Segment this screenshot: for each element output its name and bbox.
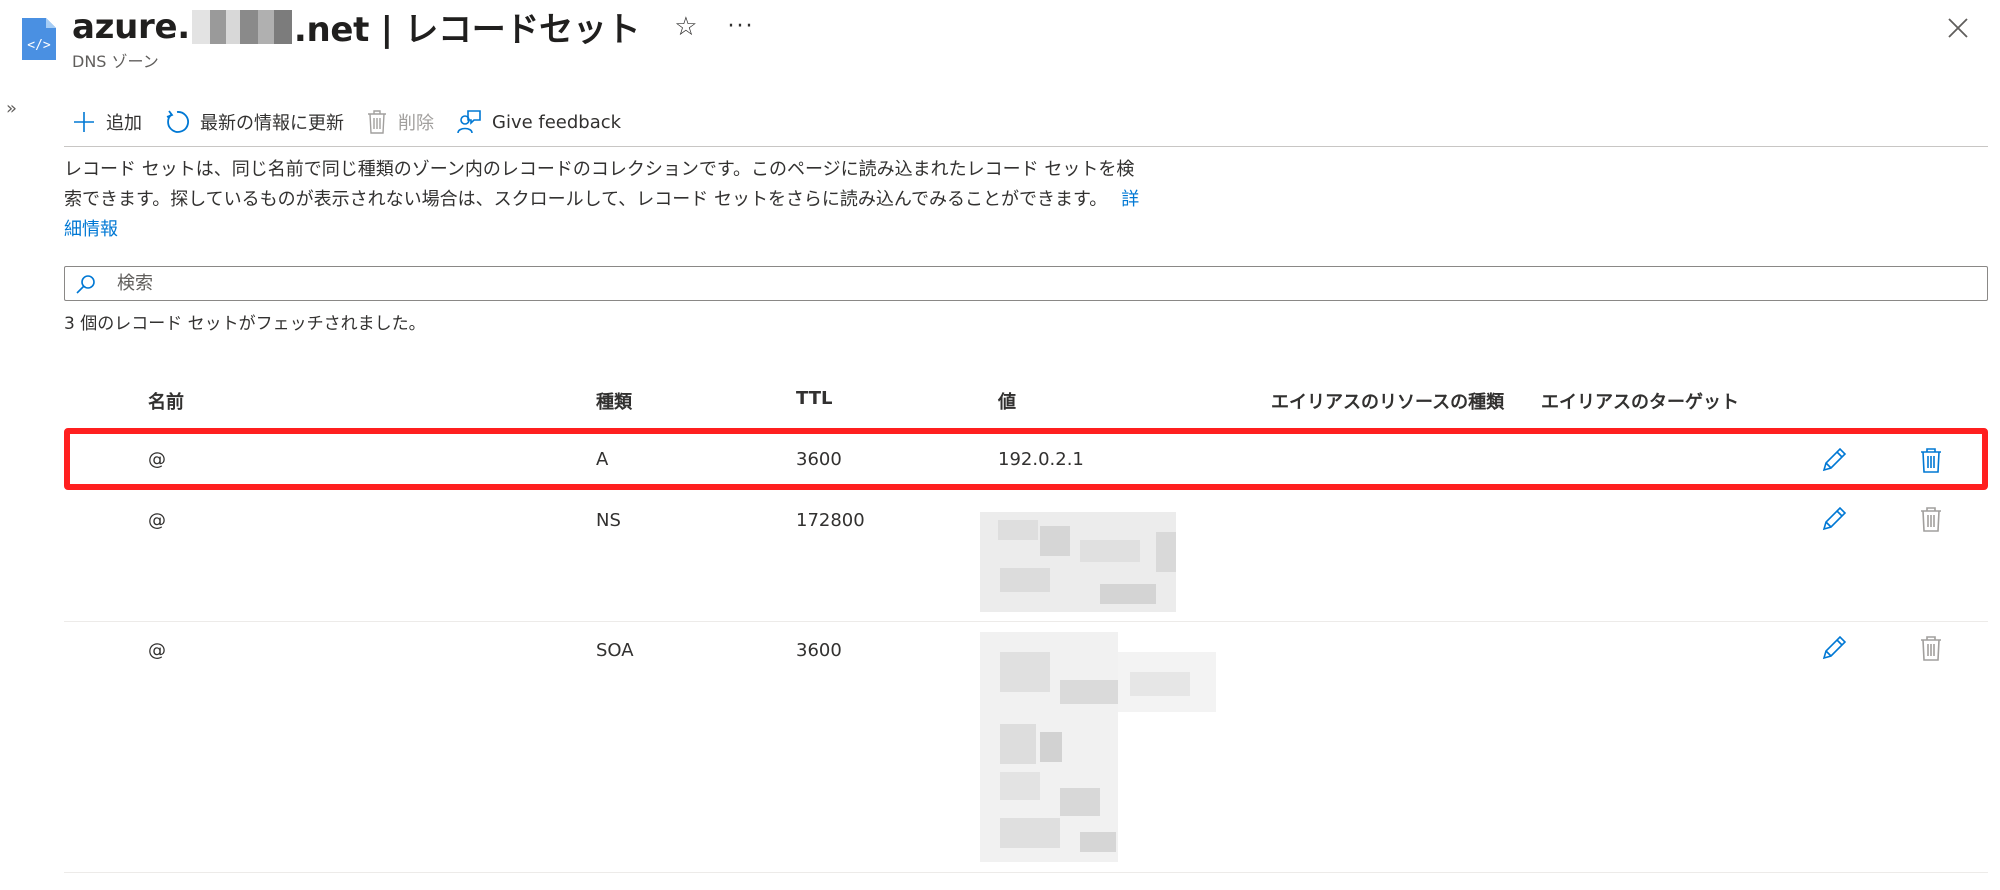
- delete-button[interactable]: 削除: [366, 109, 434, 135]
- give-feedback-button[interactable]: Give feedback: [456, 109, 621, 135]
- command-bar: 追加 最新の情報に更新 削除 Give feedback: [72, 106, 643, 138]
- title-prefix: azure.: [72, 6, 190, 47]
- more-options-icon[interactable]: ···: [728, 14, 755, 39]
- delete-trash-icon[interactable]: [1917, 634, 1945, 662]
- dns-zone-file-icon: </>: [22, 18, 56, 60]
- close-icon[interactable]: [1946, 16, 1970, 40]
- column-header-value[interactable]: 値: [998, 388, 1016, 414]
- record-ttl: 3600: [796, 640, 842, 661]
- column-header-ttl[interactable]: TTL: [796, 388, 832, 409]
- redacted-soa-values: [980, 632, 1216, 862]
- svg-text:</>: </>: [27, 38, 51, 53]
- record-type: NS: [596, 510, 621, 531]
- column-header-alias-resource-type[interactable]: エイリアスのリソースの種類: [1271, 388, 1504, 414]
- give-feedback-label: Give feedback: [492, 111, 622, 133]
- description-text: レコード セットは、同じ名前で同じ種類のゾーン内のレコードのコレクションです。こ…: [64, 159, 1135, 210]
- column-header-alias-target[interactable]: エイリアスのターゲット: [1541, 388, 1739, 414]
- redacted-ns-values: [980, 512, 1176, 612]
- refresh-button-label: 最新の情報に更新: [200, 113, 344, 134]
- row-divider: [64, 621, 1988, 622]
- edit-pencil-icon[interactable]: [1820, 505, 1848, 533]
- search-box[interactable]: [64, 266, 1988, 301]
- edit-pencil-icon[interactable]: [1820, 634, 1848, 662]
- refresh-button[interactable]: 最新の情報に更新: [164, 109, 344, 135]
- page-title: azure. .net | レコードセット: [72, 2, 641, 51]
- row-divider: [64, 872, 1988, 873]
- page-header: azure. .net | レコードセット ☆ ···: [72, 2, 755, 51]
- delete-button-label: 削除: [398, 113, 434, 134]
- column-header-name[interactable]: 名前: [148, 388, 184, 414]
- record-ttl: 172800: [796, 510, 865, 531]
- search-icon: [76, 274, 95, 294]
- trash-icon: [368, 110, 386, 134]
- record-sets-blade: </> azure. .net | レコードセット ☆ ··· DNS ゾーン …: [0, 0, 2000, 890]
- add-button[interactable]: 追加: [72, 109, 142, 135]
- description: レコード セットは、同じ名前で同じ種類のゾーン内のレコードのコレクションです。こ…: [64, 155, 1144, 245]
- toolbar-divider: [64, 146, 1988, 147]
- column-header-type[interactable]: 種類: [596, 388, 632, 414]
- expand-menu-icon[interactable]: »: [6, 98, 17, 119]
- plus-icon: [74, 112, 94, 132]
- feedback-icon: [457, 110, 481, 134]
- record-name[interactable]: @: [148, 510, 166, 531]
- redacted-domain-image: [191, 9, 292, 44]
- record-name[interactable]: @: [148, 640, 166, 661]
- selected-row-highlight: [64, 428, 1988, 490]
- record-type: SOA: [596, 640, 634, 661]
- search-input[interactable]: [117, 273, 1917, 294]
- refresh-icon: [166, 110, 189, 133]
- title-suffix: .net | レコードセット: [293, 10, 641, 50]
- favorite-star-icon[interactable]: ☆: [674, 12, 697, 42]
- fetch-status: 3 個のレコード セットがフェッチされました。: [64, 314, 426, 334]
- page-subtitle: DNS ゾーン: [72, 52, 159, 71]
- delete-trash-icon[interactable]: [1917, 505, 1945, 533]
- add-button-label: 追加: [106, 113, 142, 134]
